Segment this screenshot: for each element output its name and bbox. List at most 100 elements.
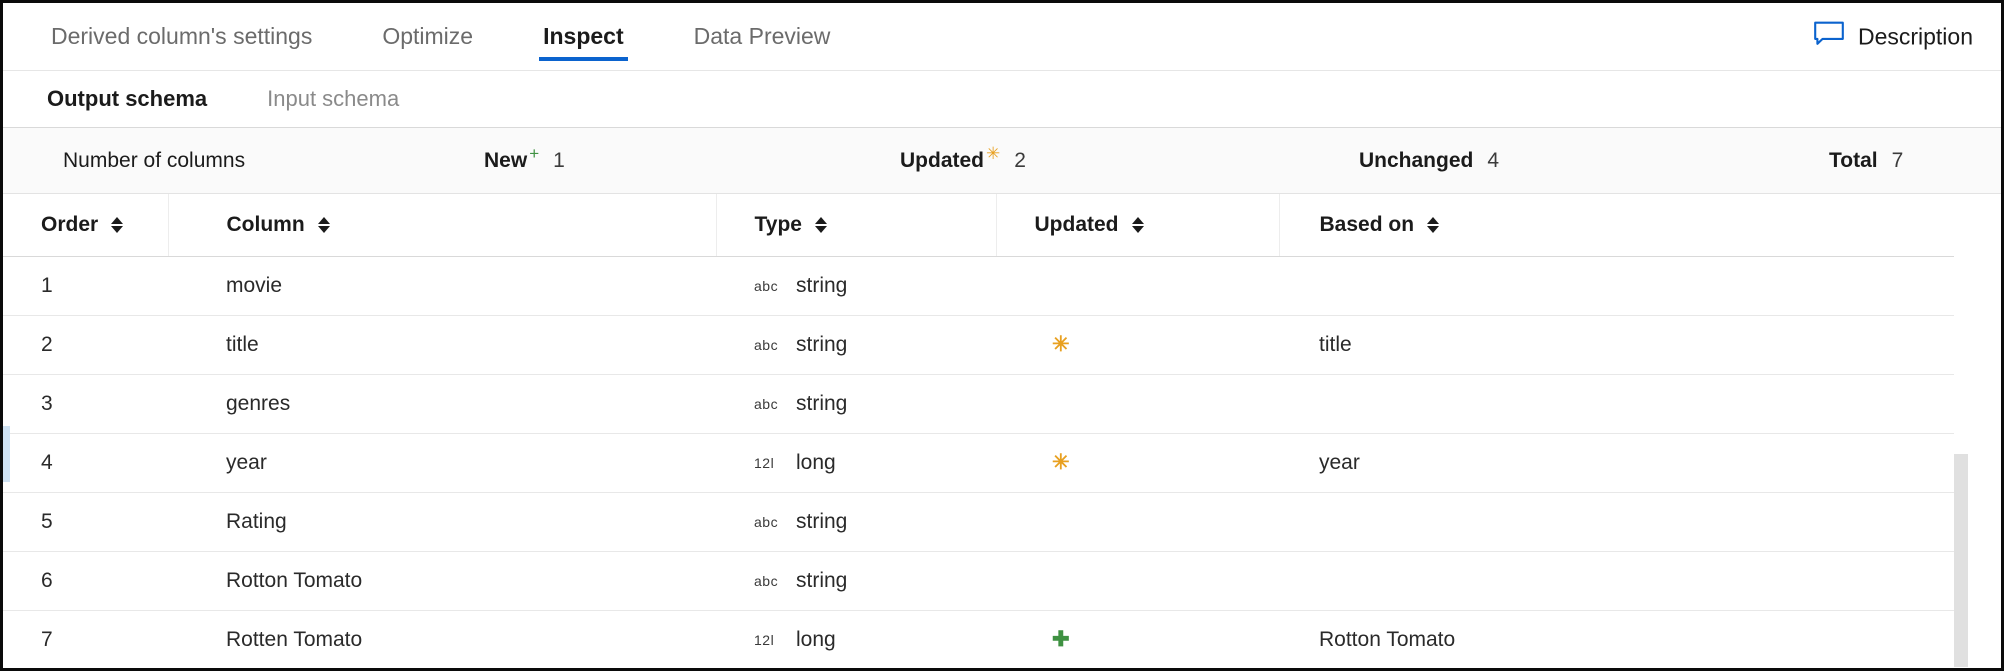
column-header-label: Column <box>227 213 305 237</box>
tab-optimize[interactable]: Optimize <box>378 3 477 71</box>
subtab-label: Output schema <box>47 86 207 111</box>
updated-marker-icon: ✳ <box>1052 451 1070 474</box>
cell-order: 3 <box>3 374 168 433</box>
column-header-type[interactable]: Type <box>716 194 996 256</box>
cell-type: abc string <box>716 551 996 610</box>
tab-derived-column-settings[interactable]: Derived column's settings <box>47 3 316 71</box>
table-row[interactable]: 1movie abc string <box>3 256 1954 315</box>
cell-status: ✳ <box>996 315 1279 374</box>
column-header-based-on[interactable]: Based on <box>1279 194 1954 256</box>
column-count-summary: Number of columns New + 1 Updated ✳ 2 Un… <box>3 128 2001 194</box>
summary-new: New + 1 <box>484 149 565 173</box>
cell-based-on <box>1279 492 1954 551</box>
cell-type: 12l long <box>716 610 996 667</box>
type-number-icon: 12l <box>754 632 780 648</box>
table-row[interactable]: 3genres abc string <box>3 374 1954 433</box>
row-selection-accent <box>3 426 10 482</box>
sort-icon[interactable] <box>111 217 123 233</box>
sort-icon[interactable] <box>1132 217 1144 233</box>
summary-title: Number of columns <box>63 149 245 173</box>
tab-label: Inspect <box>543 23 624 50</box>
comment-icon <box>1814 21 1844 52</box>
cell-order: 4 <box>3 433 168 492</box>
summary-unchanged-label: Unchanged <box>1359 149 1473 173</box>
table-row[interactable]: 4year12llong✳year <box>3 433 1954 492</box>
cell-status <box>996 492 1279 551</box>
type-label: string <box>796 510 847 534</box>
type-string-icon: abc <box>754 514 780 530</box>
cell-column-name: title <box>168 315 716 374</box>
type-string-icon: abc <box>754 396 780 412</box>
cell-based-on: year <box>1279 433 1954 492</box>
table-row[interactable]: 5Rating abc string <box>3 492 1954 551</box>
cell-column-name: Rotten Tomato <box>168 610 716 667</box>
cell-based-on <box>1279 551 1954 610</box>
type-string-icon: abc <box>754 278 780 294</box>
cell-order: 1 <box>3 256 168 315</box>
summary-new-value: 1 <box>553 149 565 173</box>
column-header-order[interactable]: Order <box>3 194 168 256</box>
tab-strip: Derived column's settings Optimize Inspe… <box>3 3 2001 71</box>
type-string-icon: abc <box>754 337 780 353</box>
type-label: long <box>796 451 836 475</box>
cell-status <box>996 374 1279 433</box>
summary-total-label: Total <box>1829 149 1878 173</box>
cell-column-name: movie <box>168 256 716 315</box>
type-label: string <box>796 569 847 593</box>
cell-based-on <box>1279 374 1954 433</box>
type-label: string <box>796 274 847 298</box>
description-label: Description <box>1858 23 1973 50</box>
subtab-input-schema[interactable]: Input schema <box>267 86 399 112</box>
table-header-row: Order Column Type <box>3 194 1954 256</box>
subtab-output-schema[interactable]: Output schema <box>47 86 207 112</box>
cell-column-name: genres <box>168 374 716 433</box>
cell-status <box>996 551 1279 610</box>
table-header: Order Column Type <box>3 194 1954 256</box>
cell-type: abc string <box>716 374 996 433</box>
cell-column-name: Rotton Tomato <box>168 551 716 610</box>
tab-data-preview[interactable]: Data Preview <box>690 3 835 71</box>
table-body: 1movieabcstring2titleabcstring✳title3gen… <box>3 256 1954 667</box>
tab-inspect[interactable]: Inspect <box>539 3 628 71</box>
schema-subtabs: Output schema Input schema <box>3 71 2001 128</box>
summary-updated-label: Updated <box>900 149 984 173</box>
cell-status <box>996 256 1279 315</box>
schema-table: Order Column Type <box>3 194 1954 667</box>
updated-marker-icon: ✳ <box>986 145 1000 162</box>
sort-icon[interactable] <box>318 217 330 233</box>
column-header-label: Type <box>755 213 802 237</box>
schema-table-container: Order Column Type <box>3 194 2001 667</box>
description-button[interactable]: Description <box>1814 21 1973 52</box>
cell-based-on: title <box>1279 315 1954 374</box>
table-row[interactable]: 2titleabcstring✳title <box>3 315 1954 374</box>
type-number-icon: 12l <box>754 455 780 471</box>
inspect-panel: Derived column's settings Optimize Inspe… <box>0 0 2004 671</box>
cell-type: abc string <box>716 256 996 315</box>
summary-new-label: New <box>484 149 527 173</box>
table-row[interactable]: 7Rotten Tomato12llong✚Rotton Tomato <box>3 610 1954 667</box>
cell-column-name: year <box>168 433 716 492</box>
vertical-scrollbar[interactable] <box>1954 454 1968 667</box>
cell-order: 5 <box>3 492 168 551</box>
cell-order: 2 <box>3 315 168 374</box>
cell-type: abcstring <box>716 315 996 374</box>
type-label: string <box>796 392 847 416</box>
cell-column-name: Rating <box>168 492 716 551</box>
sort-icon[interactable] <box>1427 217 1439 233</box>
cell-order: 6 <box>3 551 168 610</box>
column-header-label: Updated <box>1035 213 1119 237</box>
new-marker-icon: + <box>529 145 539 162</box>
summary-updated: Updated ✳ 2 <box>900 149 1026 173</box>
summary-total: Total 7 <box>1829 149 1903 173</box>
summary-updated-value: 2 <box>1014 149 1026 173</box>
cell-type: 12l long <box>716 433 996 492</box>
column-header-column[interactable]: Column <box>168 194 716 256</box>
column-header-label: Based on <box>1320 213 1415 237</box>
column-header-updated[interactable]: Updated <box>996 194 1279 256</box>
type-label: long <box>796 628 836 652</box>
type-string-icon: abc <box>754 573 780 589</box>
cell-status: ✳ <box>996 433 1279 492</box>
tab-label: Optimize <box>382 23 473 50</box>
table-row[interactable]: 6Rotton Tomato abc string <box>3 551 1954 610</box>
sort-icon[interactable] <box>815 217 827 233</box>
